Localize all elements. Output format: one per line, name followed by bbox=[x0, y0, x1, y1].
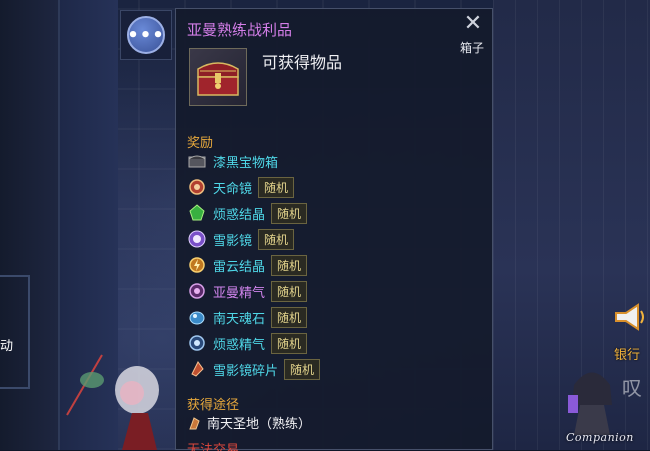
random-badge: 随机 bbox=[271, 280, 308, 302]
reward-item[interactable]: 雷云结晶 随机 bbox=[187, 254, 308, 276]
source-header: 获得途径 bbox=[187, 398, 240, 413]
treasure-chest-icon bbox=[197, 62, 239, 96]
reward-item[interactable]: 雪影镜 随机 bbox=[187, 228, 295, 250]
reward-item[interactable]: 烦惑结晶 随机 bbox=[187, 202, 308, 224]
random-badge: 随机 bbox=[258, 228, 295, 250]
tooltip-title: 亚曼熟练战利品 bbox=[187, 21, 293, 39]
random-badge: 随机 bbox=[258, 176, 295, 198]
random-badge: 随机 bbox=[271, 254, 308, 276]
reward-name: 雷云结晶 bbox=[213, 259, 266, 275]
reward-name: 漆黑宝物箱 bbox=[213, 155, 279, 171]
close-icon[interactable]: ✕ bbox=[462, 13, 484, 35]
reward-name: 烦惑结晶 bbox=[213, 207, 266, 223]
reward-name: 雪影镜碎片 bbox=[213, 363, 279, 379]
item-image bbox=[189, 48, 247, 106]
more-options-button[interactable]: ••• bbox=[120, 10, 172, 60]
green-crystal-icon bbox=[187, 203, 207, 223]
left-panel-label: 动 bbox=[0, 339, 14, 354]
rewards-header: 奖励 bbox=[187, 136, 214, 151]
essence-icon bbox=[187, 333, 207, 353]
location-icon bbox=[187, 415, 203, 431]
mirror-shard-icon bbox=[187, 359, 207, 379]
reward-name: 南天魂石 bbox=[213, 311, 266, 327]
more-icon: ••• bbox=[127, 16, 165, 54]
source-row[interactable]: 南天圣地（熟练） bbox=[187, 413, 311, 432]
essence-icon bbox=[187, 281, 207, 301]
panel-ornament bbox=[0, 275, 30, 389]
reward-name: 雪影镜 bbox=[213, 233, 253, 249]
random-badge: 随机 bbox=[271, 202, 308, 224]
companion-label[interactable]: Companion bbox=[566, 431, 634, 444]
reward-item[interactable]: 漆黑宝物箱 bbox=[187, 150, 278, 172]
reward-name: 亚曼精气 bbox=[213, 285, 266, 301]
item-type: 箱子 bbox=[459, 41, 484, 55]
soul-stone-icon bbox=[187, 307, 207, 327]
black-chest-icon bbox=[187, 151, 207, 171]
reward-item[interactable]: 南天魂石 随机 bbox=[187, 306, 308, 328]
random-badge: 随机 bbox=[271, 332, 308, 354]
mirror-icon bbox=[187, 177, 207, 197]
svg-text:叹: 叹 bbox=[622, 376, 642, 400]
reward-item[interactable]: 烦惑精气 随机 bbox=[187, 332, 308, 354]
item-tooltip: 亚曼熟练战利品 ✕ 箱子 可获得物品 奖励 漆黑宝物箱 天命镜 随机 烦惑结晶 … bbox=[175, 8, 493, 451]
thunder-crystal-icon bbox=[187, 255, 207, 275]
random-badge: 随机 bbox=[284, 358, 321, 380]
obtainable-items-label: 可获得物品 bbox=[262, 53, 343, 72]
reward-item[interactable]: 亚曼精气 随机 bbox=[187, 280, 308, 302]
source-location: 南天圣地（熟练） bbox=[207, 417, 312, 432]
reward-name: 天命镜 bbox=[213, 181, 253, 197]
random-badge: 随机 bbox=[271, 306, 308, 328]
snow-mirror-icon bbox=[187, 229, 207, 249]
player-character bbox=[66, 354, 159, 450]
reward-item[interactable]: 雪影镜碎片 随机 bbox=[187, 358, 321, 380]
left-side-panel: 动 bbox=[0, 0, 60, 450]
reward-name: 烦惑精气 bbox=[213, 337, 266, 353]
reward-item[interactable]: 天命镜 随机 bbox=[187, 176, 295, 198]
megaphone-icon[interactable] bbox=[612, 302, 646, 332]
untradable-label: 无法交易 bbox=[187, 443, 240, 451]
